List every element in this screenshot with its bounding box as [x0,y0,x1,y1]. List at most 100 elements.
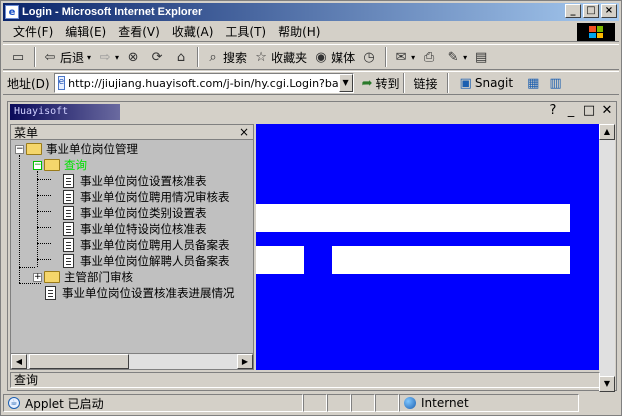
search-label: 搜索 [223,50,248,65]
menu-view[interactable]: 查看(V) [112,23,166,40]
username-field[interactable] [256,204,570,232]
tree-node-dept[interactable]: + 主管部门审核 [33,269,133,285]
globe-icon [404,397,416,409]
folder-open-icon [26,143,42,155]
capture-icon[interactable]: ▦ [527,76,539,91]
vertical-scrollbar[interactable]: ▲ ▼ [599,124,615,392]
go-button[interactable]: ➦ 转到 [362,75,400,92]
document-icon [63,254,74,268]
back-arrow-icon: ⇦ [44,49,56,65]
menu-tools[interactable]: 工具(T) [219,23,272,40]
snagit-label: Snagit [474,76,514,90]
menu-bar: 文件(F) 编辑(E) 查看(V) 收藏(A) 工具(T) 帮助(H) [3,22,619,42]
stop-button[interactable]: ⊗ [122,46,146,68]
history-button[interactable]: ◷ [358,46,382,68]
menu-file[interactable]: 文件(F) [7,23,59,40]
mail-dropdown-icon: ▾ [411,52,416,62]
forward-button[interactable]: ⇨ ▾ [94,46,122,68]
document-icon [63,238,74,252]
tree-item-label: 事业单位岗位聘用情况审核表 [80,190,230,204]
collapse-icon[interactable]: − [33,160,42,170]
horizontal-scrollbar[interactable]: ◀ ▶ [11,353,253,369]
tree-item-label: 事业单位岗位解聘人员备案表 [80,254,230,268]
windows-flag-icon [589,26,603,38]
status-text: Applet 已启动 [25,396,104,411]
window-title: Login - Microsoft Internet Explorer [22,6,203,18]
back-dropdown-icon: ▾ [87,52,92,62]
stop-icon: ⊗ [127,49,139,65]
menu-edit[interactable]: 编辑(E) [59,23,112,40]
history-icon: ◷ [363,49,375,65]
snagit-icon: ▣ [459,75,472,91]
tree-item[interactable]: 事业单位岗位设置核准表进展情况 [45,285,235,301]
mail-icon: ✉ [395,49,407,65]
edit-button[interactable]: ✎ ▾ [442,46,470,68]
tree-item[interactable]: 事业单位岗位类别设置表 [63,205,207,221]
discuss-button[interactable]: ▤ [470,46,494,68]
page-icon-button[interactable]: ▭ [7,46,31,68]
applet-maximize-button[interactable]: □ [582,103,596,118]
links-label[interactable]: 链接 [414,75,438,92]
applet-close-button[interactable]: ✕ [600,103,614,118]
security-zone: Internet [399,394,579,412]
code-field[interactable] [332,246,570,274]
tree-node-query[interactable]: − 查询 [33,157,87,173]
document-icon [45,286,56,300]
address-url[interactable]: http://jiujiang.huayisoft.com/j-bin/hy.c… [68,77,352,90]
tree-item[interactable]: 事业单位岗位聘用情况审核表 [63,189,230,205]
home-icon: ⌂ [176,49,186,65]
tree-item-label: 事业单位岗位聘用人员备案表 [80,238,230,252]
collapse-icon[interactable]: − [15,144,24,154]
mail-button[interactable]: ✉ ▾ [390,46,418,68]
document-icon [63,190,74,204]
ie-icon: e [5,5,19,19]
applet-help-button[interactable]: ? [546,103,560,118]
capture-options-icon[interactable]: ▥ [549,76,561,91]
resize-grip[interactable] [579,394,615,412]
back-button[interactable]: ⇦ 后退 ▾ [39,46,94,68]
edit-dropdown-icon: ▾ [463,52,468,62]
favorites-button[interactable]: ☆ 收藏夹 [250,46,310,68]
print-button[interactable]: ⎙ [418,46,442,68]
scroll-down-icon[interactable]: ▼ [599,376,615,392]
tree-item[interactable]: 事业单位特设岗位核准表 [63,221,207,237]
address-input[interactable]: e http://jiujiang.huayisoft.com/j-bin/hy… [53,73,354,93]
menu-pane-close-button[interactable]: × [239,125,249,139]
maximize-button[interactable]: □ [583,4,599,18]
scroll-up-icon[interactable]: ▲ [599,124,615,140]
refresh-button[interactable]: ⟳ [146,46,170,68]
media-label: 媒体 [331,50,356,65]
close-button[interactable]: × [601,4,617,18]
minimize-button[interactable]: _ [565,4,581,18]
page-favicon-icon: e [57,76,66,90]
tree-item[interactable]: 事业单位岗位聘用人员备案表 [63,237,230,253]
menu-pane-title: 菜单 [14,125,39,140]
menu-pane-header: 菜单 × [11,125,253,140]
tree-item[interactable]: 事业单位岗位解聘人员备案表 [63,253,230,269]
applet-minimize-button[interactable]: _ [564,103,578,118]
tree-item[interactable]: 事业单位岗位设置核准表 [63,173,207,189]
password-field[interactable] [256,246,304,274]
menu-favorites[interactable]: 收藏(A) [166,23,220,40]
back-label: 后退 [60,50,85,65]
forward-dropdown-icon: ▾ [115,52,120,62]
address-bar: 地址(D) e http://jiujiang.huayisoft.com/j-… [3,71,619,95]
zone-label: Internet [421,396,469,410]
scroll-left-icon[interactable]: ◀ [11,354,27,369]
search-button[interactable]: ⌕ 搜索 [202,46,250,68]
menu-help[interactable]: 帮助(H) [272,23,326,40]
scroll-thumb[interactable] [29,354,129,369]
snagit-button[interactable]: ▣ Snagit [460,76,514,91]
document-icon [63,222,74,236]
tree-node-root[interactable]: − 事业单位岗位管理 [15,141,138,157]
favorites-label: 收藏夹 [271,50,308,65]
address-dropdown-icon[interactable]: ▼ [338,74,353,92]
scroll-right-icon[interactable]: ▶ [237,354,253,369]
expand-icon[interactable]: + [33,272,42,282]
tree-item-label: 事业单位岗位类别设置表 [80,206,207,220]
favorites-icon: ☆ [255,49,267,65]
discuss-icon: ▤ [474,49,488,65]
home-button[interactable]: ⌂ [170,46,194,68]
media-button[interactable]: ◉ 媒体 [310,46,358,68]
menu-pane: 菜单 × − 事业单位岗位管理 − 查询 事业单位岗位设置核准表 事业单位岗位聘… [10,124,254,370]
